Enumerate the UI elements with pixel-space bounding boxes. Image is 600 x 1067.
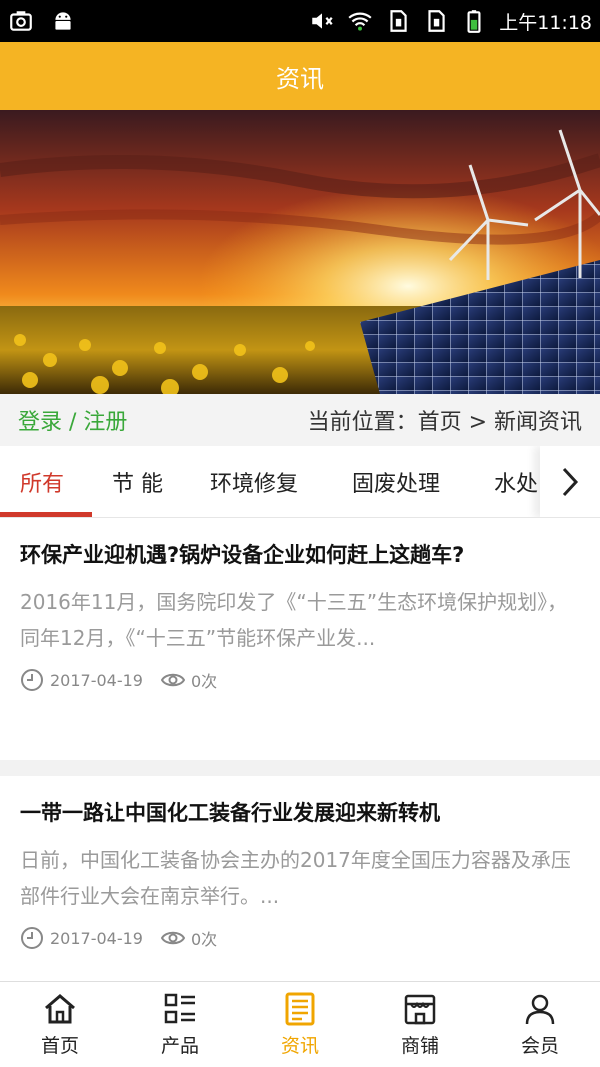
- user-icon: [525, 994, 555, 1025]
- eye-icon: [160, 668, 185, 692]
- bottom-nav: 首页 产品 资讯 商铺 会员: [0, 981, 600, 1067]
- clock-icon: [20, 668, 44, 692]
- nav-label: 商铺: [400, 1035, 439, 1057]
- home-icon: [45, 994, 75, 1024]
- article-views: 0次: [190, 930, 218, 949]
- nav-products[interactable]: 产品: [120, 982, 240, 1067]
- article-summary: 日前，中国化工装备协会主办的2017年度全国压力容器及承压部件行业大会在南京举行…: [20, 848, 571, 908]
- article-item[interactable]: 一带一路让中国化工装备行业发展迎来新转机 日前，中国化工装备协会主办的2017年…: [0, 798, 600, 950]
- clock-icon: [20, 926, 44, 950]
- banner-image[interactable]: [0, 110, 600, 394]
- android-icon: [50, 8, 76, 34]
- status-bar: 上午11:18: [0, 0, 600, 42]
- page-title: 资讯: [276, 64, 324, 93]
- divider: [0, 760, 600, 776]
- article-date: 2017-04-19: [50, 670, 143, 690]
- login-register-link[interactable]: 登录 / 注册: [18, 404, 127, 436]
- sim2-icon: [423, 8, 449, 34]
- active-tab-indicator: [0, 512, 92, 517]
- tab-energy-saving[interactable]: 节 能: [112, 446, 163, 517]
- article-meta: 2017-04-19 0次: [20, 668, 580, 692]
- screenshot-icon: [8, 8, 34, 34]
- article-summary: 2016年11月，国务院印发了《“十三五”生态环境保护规划》，同年12月，《“十…: [20, 590, 568, 650]
- eye-icon: [160, 926, 185, 950]
- article-meta: 2017-04-19 0次: [20, 926, 580, 950]
- mute-icon: [309, 8, 335, 34]
- nav-label: 资讯: [280, 1035, 319, 1057]
- news-icon: [285, 992, 315, 1026]
- status-time: 上午11:18: [499, 11, 592, 34]
- breadcrumb: 当前位置：首页 > 新闻资讯: [307, 410, 582, 435]
- nav-label: 产品: [160, 1035, 199, 1057]
- tab-all[interactable]: 所有: [20, 446, 64, 517]
- tab-solid-waste[interactable]: 固废处理: [352, 446, 440, 517]
- tab-water-treatment[interactable]: 水处: [494, 446, 538, 517]
- article-title: 环保产业迎机遇?锅炉设备企业如何赶上这趟车?: [20, 543, 465, 567]
- nav-shops[interactable]: 商铺: [360, 982, 480, 1067]
- article-views: 0次: [190, 672, 218, 691]
- tab-environment-repair[interactable]: 环境修复: [210, 446, 298, 517]
- category-tabs: 所有 节 能 环境修复 固废处理 水处: [0, 446, 600, 518]
- app-header: 资讯: [0, 42, 600, 110]
- shop-icon: [404, 994, 436, 1025]
- nav-member[interactable]: 会员: [480, 982, 600, 1067]
- nav-home[interactable]: 首页: [0, 982, 120, 1067]
- battery-icon: [461, 8, 487, 34]
- list-icon: [164, 993, 195, 1024]
- article-title: 一带一路让中国化工装备行业发展迎来新转机: [20, 801, 440, 825]
- article-date: 2017-04-19: [50, 928, 143, 948]
- chevron-right-icon: [562, 467, 579, 497]
- nav-label: 会员: [520, 1035, 559, 1057]
- tabs-next-button[interactable]: [540, 446, 600, 517]
- sim1-icon: [385, 8, 411, 34]
- nav-news[interactable]: 资讯: [240, 982, 360, 1067]
- nav-label: 首页: [40, 1035, 79, 1057]
- breadcrumb-bar: 登录 / 注册 当前位置：首页 > 新闻资讯: [0, 394, 600, 446]
- article-item[interactable]: 环保产业迎机遇?锅炉设备企业如何赶上这趟车? 2016年11月，国务院印发了《“…: [0, 540, 600, 692]
- wifi-icon: [347, 8, 373, 34]
